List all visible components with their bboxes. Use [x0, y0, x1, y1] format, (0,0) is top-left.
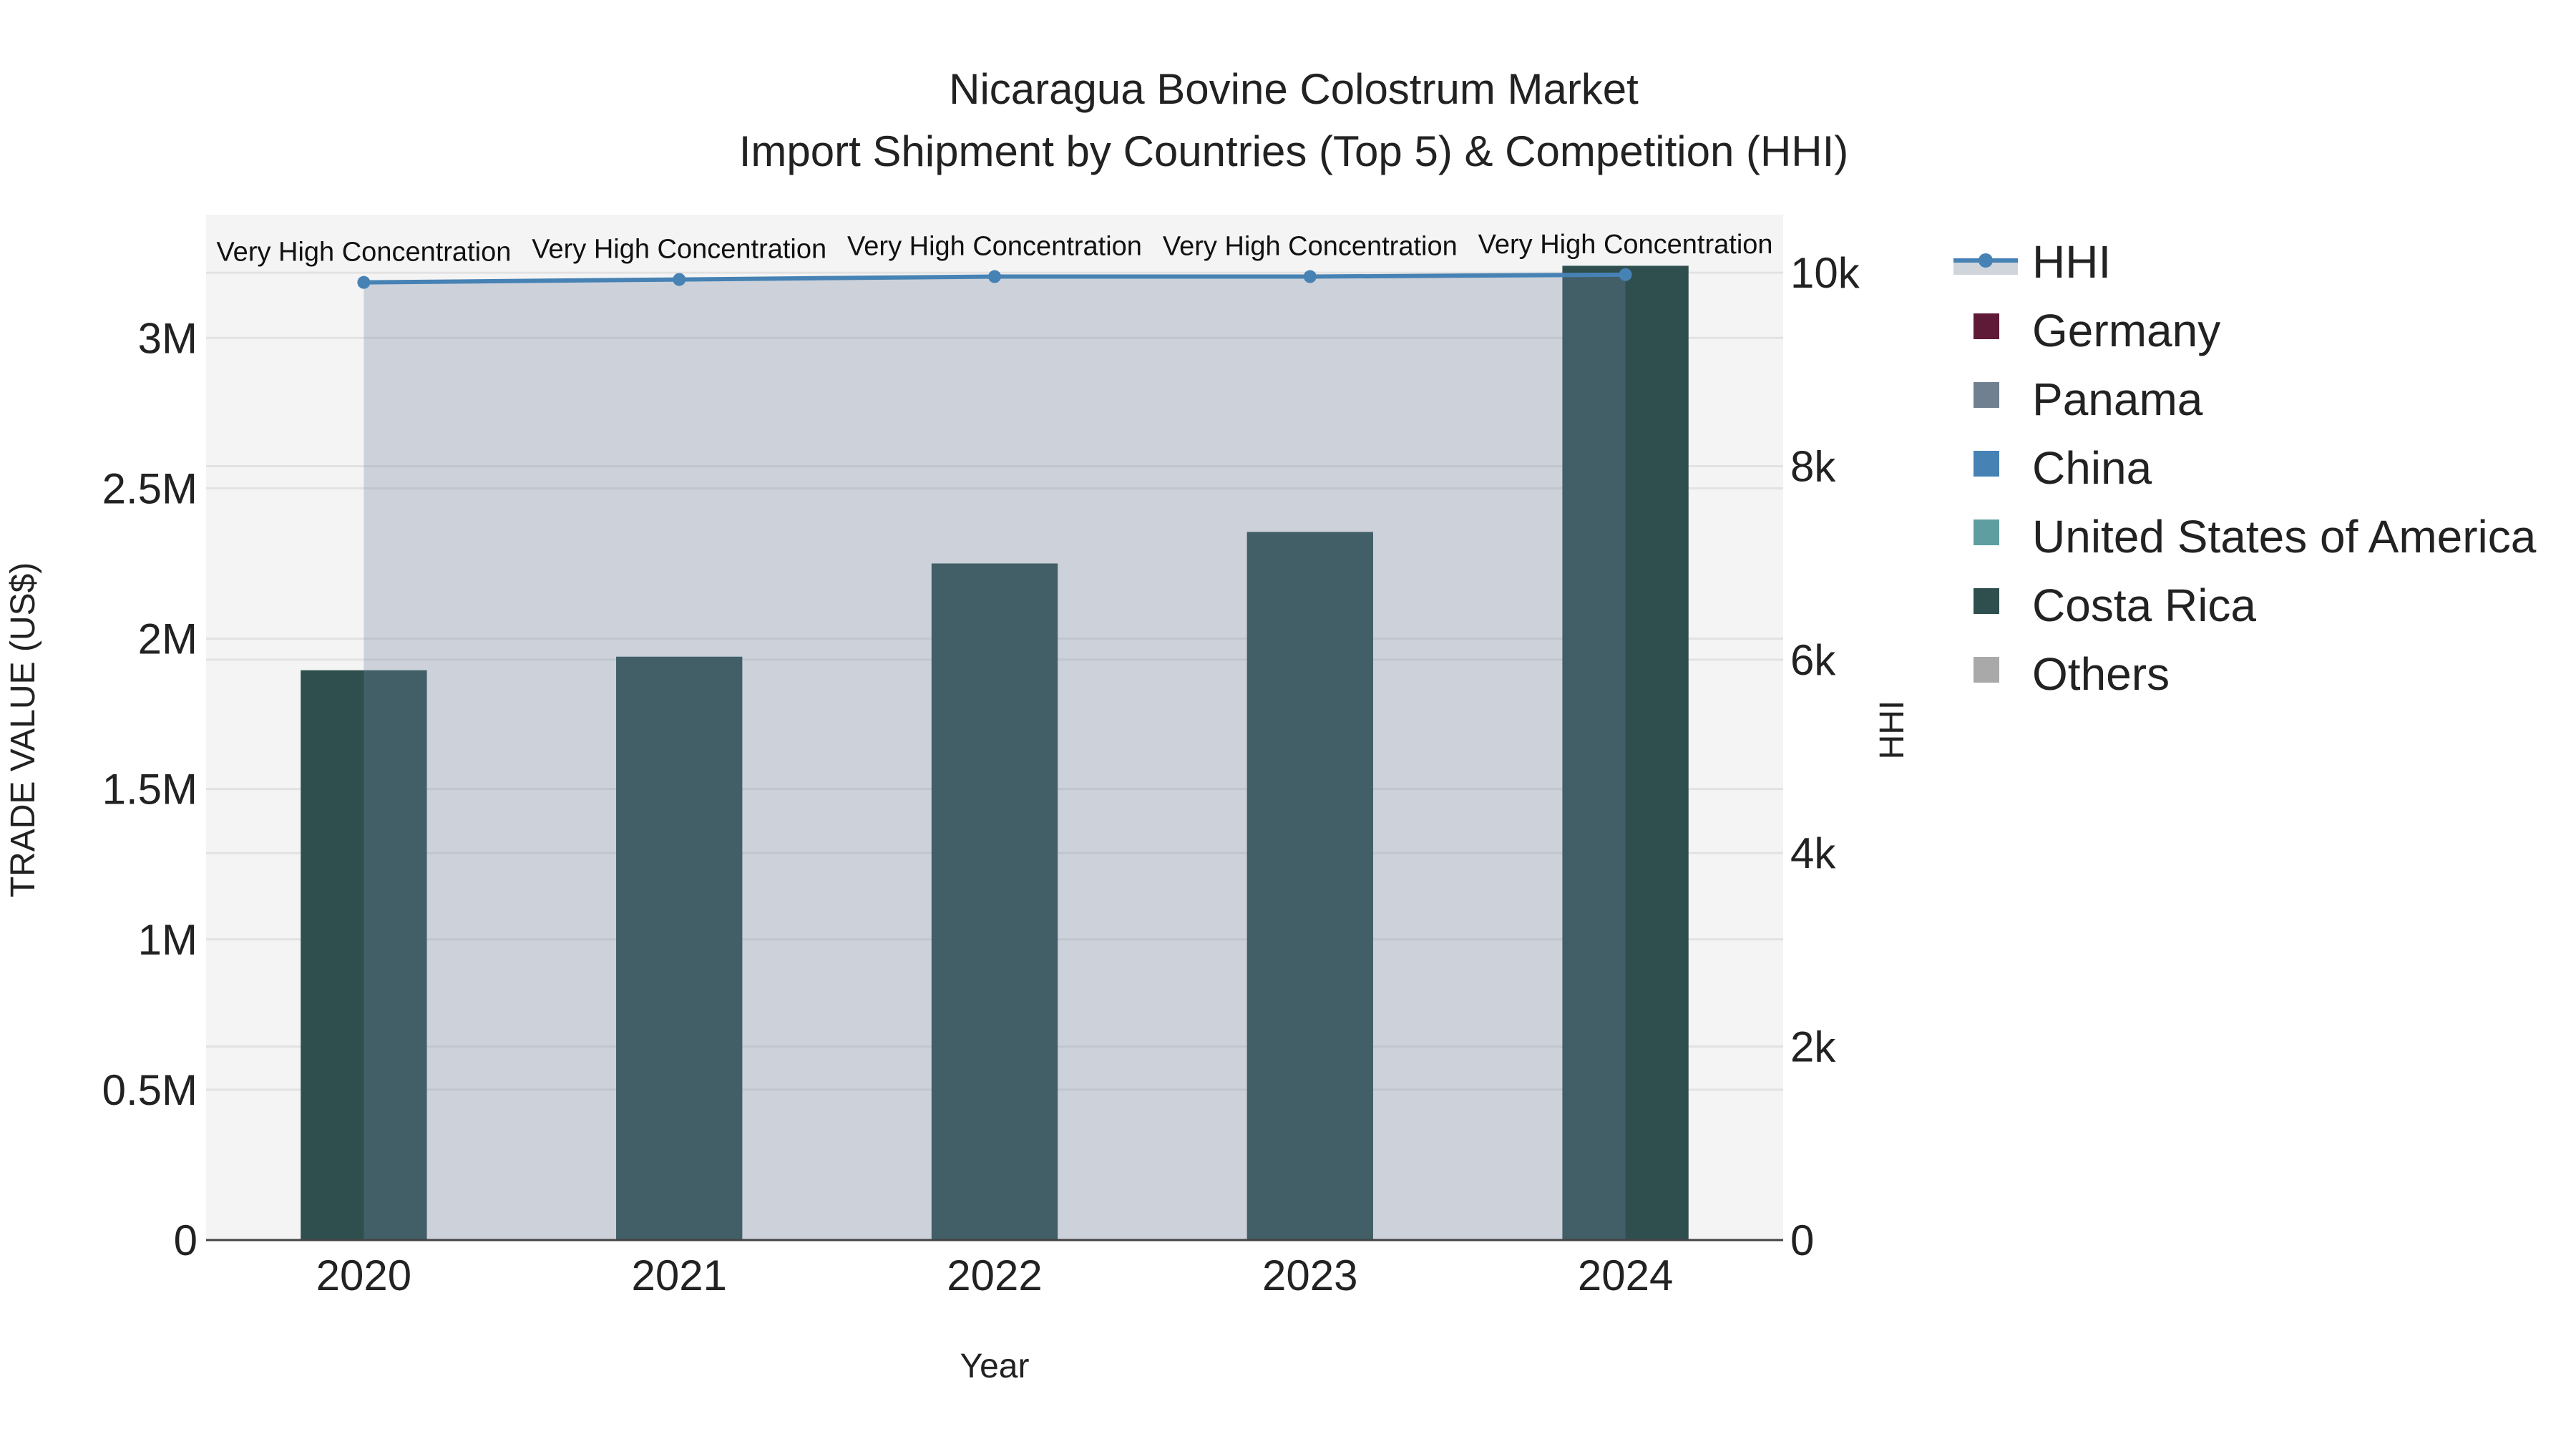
- legend-label: HHI: [2032, 236, 2111, 288]
- legend-swatch: [1974, 382, 1999, 408]
- x-axis-title: Year: [960, 1347, 1030, 1385]
- y2-axis-ticks: 0 2k 4k 6k 8k 10k: [1790, 249, 1860, 1264]
- y2-tick-label: 6k: [1790, 636, 1836, 684]
- hhi-point: [1619, 268, 1632, 281]
- y-tick-label: 2M: [138, 615, 197, 663]
- hhi-label: Very High Concentration: [1163, 232, 1458, 262]
- hhi-point: [988, 270, 1001, 283]
- legend-label: Costa Rica: [2032, 580, 2256, 631]
- x-tick-label: 2021: [631, 1252, 726, 1299]
- legend-label: Others: [2032, 648, 2170, 700]
- legend-label: Panama: [2032, 374, 2203, 425]
- y2-tick-label: 2k: [1790, 1023, 1836, 1071]
- chart-title-line1: Nicaragua Bovine Colostrum Market: [949, 65, 1639, 113]
- legend-label: United States of America: [2032, 511, 2537, 562]
- y-tick-label: 3M: [138, 314, 197, 362]
- hhi-label: Very High Concentration: [216, 238, 511, 268]
- y2-tick-label: 10k: [1790, 249, 1860, 297]
- legend-swatch: [1974, 657, 1999, 683]
- y-tick-label: 0.5M: [102, 1066, 197, 1114]
- x-axis-ticks: 2020 2021 2022 2023 2024: [316, 1252, 1674, 1299]
- y2-axis-title: HHI: [1873, 701, 1911, 760]
- legend-label: China: [2032, 442, 2152, 494]
- legend-swatch: [1974, 519, 1999, 545]
- x-tick-label: 2020: [316, 1252, 411, 1299]
- y2-tick-label: 0: [1790, 1216, 1814, 1264]
- legend: HHI Germany Panama China United States of Am…: [1953, 236, 2537, 700]
- x-tick-label: 2023: [1262, 1252, 1357, 1299]
- hhi-area: [364, 274, 1626, 1240]
- y-axis-ticks: 0 0.5M 1M 1.5M 2M 2.5M 3M: [102, 314, 197, 1264]
- chart: Nicaragua Bovine Colostrum Market Import…: [4, 65, 2537, 1385]
- y2-tick-label: 4k: [1790, 829, 1836, 877]
- chart-title-line2: Import Shipment by Countries (Top 5) & C…: [739, 127, 1849, 175]
- legend-hhi-marker: [1979, 253, 1993, 268]
- hhi-label: Very High Concentration: [532, 235, 826, 265]
- x-tick-label: 2022: [947, 1252, 1042, 1299]
- hhi-point: [357, 275, 371, 289]
- hhi-label: Very High Concentration: [847, 232, 1142, 262]
- legend-swatch: [1974, 451, 1999, 477]
- y2-tick-label: 8k: [1790, 442, 1836, 490]
- hhi-series: Very High Concentration Very High Concent…: [216, 230, 1773, 1240]
- y-tick-label: 0: [174, 1216, 197, 1264]
- legend-swatch: [1974, 588, 1999, 614]
- hhi-point: [673, 273, 686, 286]
- legend-label: Germany: [2032, 305, 2220, 356]
- x-tick-label: 2024: [1578, 1252, 1673, 1299]
- hhi-point: [1303, 270, 1317, 283]
- y-tick-label: 2.5M: [102, 464, 197, 512]
- y-tick-label: 1.5M: [102, 766, 197, 814]
- hhi-label: Very High Concentration: [1478, 230, 1773, 260]
- y-tick-label: 1M: [138, 916, 197, 964]
- legend-swatch: [1974, 313, 1999, 339]
- y-axis-title: TRADE VALUE (US$): [4, 562, 42, 898]
